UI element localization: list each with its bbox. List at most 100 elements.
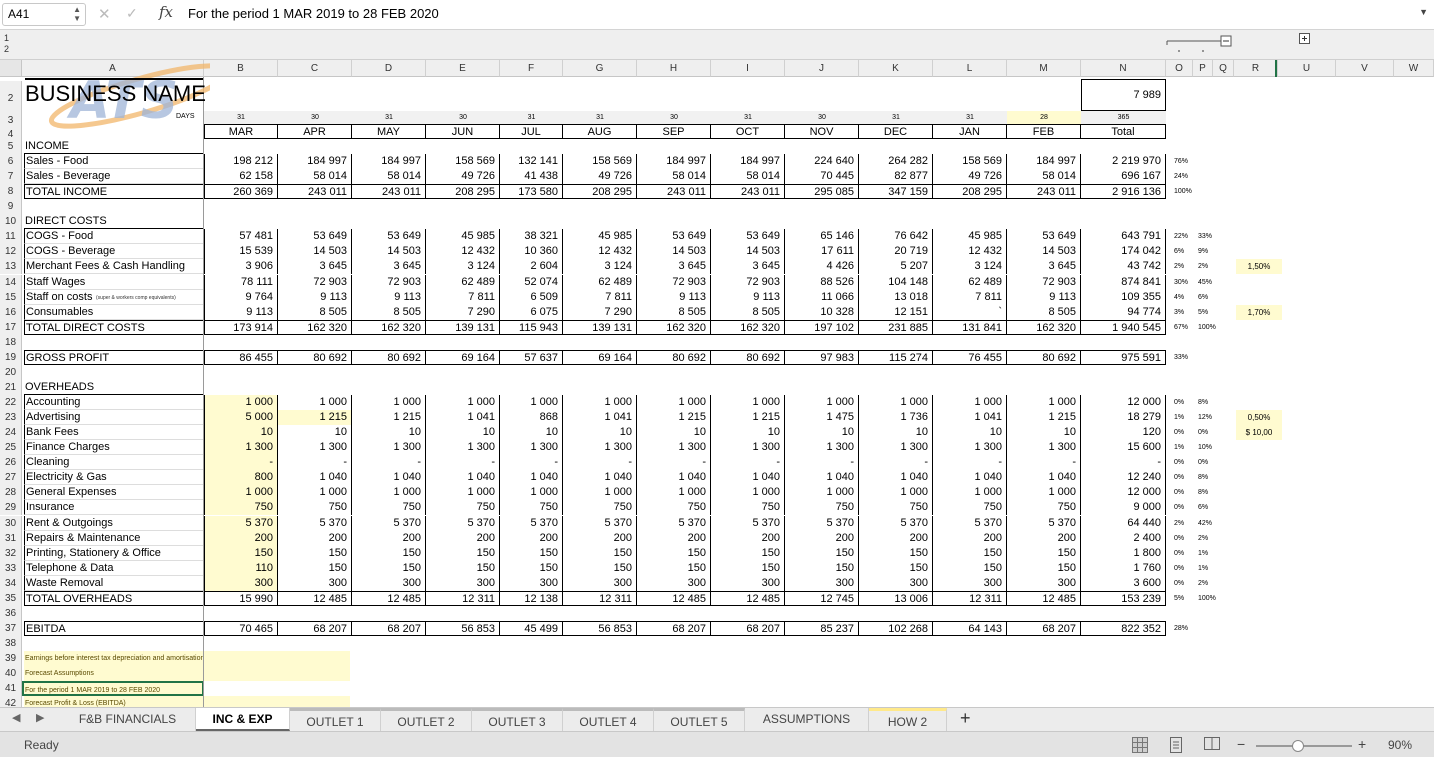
cell-d16[interactable]: 8 505: [352, 305, 426, 320]
row-header-40[interactable]: 40: [0, 666, 22, 681]
cell-j22[interactable]: 1 000: [785, 395, 859, 410]
cell-c8[interactable]: 243 011: [278, 184, 352, 199]
cell-i22[interactable]: 1 000: [711, 395, 785, 410]
cell-b33[interactable]: 110: [204, 561, 278, 576]
cell-j27[interactable]: 1 040: [785, 470, 859, 485]
cell-g35[interactable]: 12 311: [563, 591, 637, 606]
cell-d12[interactable]: 14 503: [352, 244, 426, 259]
cell-g25[interactable]: 1 300: [563, 440, 637, 455]
cell-b14[interactable]: 78 111: [204, 275, 278, 290]
cell-b7[interactable]: 62 158: [204, 169, 278, 184]
cell-d33[interactable]: 150: [352, 561, 426, 576]
cell-m35[interactable]: 12 485: [1007, 591, 1081, 606]
cell-g7[interactable]: 49 726: [563, 169, 637, 184]
cell-g19[interactable]: 69 164: [563, 350, 637, 365]
outline-level-2[interactable]: 2: [4, 44, 9, 54]
cell-h32[interactable]: 150: [637, 546, 711, 561]
cell-e15[interactable]: 7 811: [426, 290, 500, 305]
row-header-15[interactable]: 15: [0, 290, 22, 305]
cell-k37[interactable]: 102 268: [859, 621, 933, 636]
cell-i31[interactable]: 200: [711, 531, 785, 546]
column-header-c[interactable]: C: [278, 60, 352, 77]
cell-g24[interactable]: 10: [563, 425, 637, 440]
cell-h29[interactable]: 750: [637, 500, 711, 515]
cell-e26[interactable]: -: [426, 455, 500, 470]
row-label-40[interactable]: Forecast Assumptions: [24, 666, 350, 681]
row-label-19[interactable]: GROSS PROFIT: [24, 350, 204, 365]
cell-k27[interactable]: 1 040: [859, 470, 933, 485]
cell-f15[interactable]: 6 509: [500, 290, 563, 305]
cell-b17[interactable]: 173 914: [204, 320, 278, 335]
cell-k30[interactable]: 5 370: [859, 516, 933, 531]
tab-outlet-2[interactable]: OUTLET 2: [381, 708, 472, 731]
cell-b12[interactable]: 15 539: [204, 244, 278, 259]
cell-b34[interactable]: 300: [204, 576, 278, 591]
cell-n11[interactable]: 643 791: [1081, 229, 1166, 244]
cell-c15[interactable]: 9 113: [278, 290, 352, 305]
tab-outlet-5[interactable]: OUTLET 5: [654, 708, 745, 731]
cell-c31[interactable]: 200: [278, 531, 352, 546]
row-header-9[interactable]: 9: [0, 199, 22, 214]
cell-i6[interactable]: 184 997: [711, 154, 785, 169]
outline-level-1[interactable]: 1: [4, 33, 9, 43]
cell-b35[interactable]: 15 990: [204, 591, 278, 606]
cell-h15[interactable]: 9 113: [637, 290, 711, 305]
month-header-f[interactable]: JUL: [500, 124, 563, 139]
days-h[interactable]: 30: [637, 111, 711, 124]
month-header-b[interactable]: MAR: [204, 124, 278, 139]
tab-assumptions[interactable]: ASSUMPTIONS: [745, 708, 869, 731]
cell-j14[interactable]: 88 526: [785, 275, 859, 290]
cell-f24[interactable]: 10: [500, 425, 563, 440]
row-header-35[interactable]: 35: [0, 591, 22, 606]
cell-d14[interactable]: 72 903: [352, 275, 426, 290]
column-header-q[interactable]: Q: [1213, 60, 1234, 77]
cell-e6[interactable]: 158 569: [426, 154, 500, 169]
cell-n25[interactable]: 15 600: [1081, 440, 1166, 455]
column-header-b[interactable]: B: [204, 60, 278, 77]
cell-e32[interactable]: 150: [426, 546, 500, 561]
cell-i30[interactable]: 5 370: [711, 516, 785, 531]
cell-l13[interactable]: 3 124: [933, 259, 1007, 274]
cell-j35[interactable]: 12 745: [785, 591, 859, 606]
days-d[interactable]: 31: [352, 111, 426, 124]
cell-k7[interactable]: 82 877: [859, 169, 933, 184]
cell-d13[interactable]: 3 645: [352, 259, 426, 274]
row-label-26[interactable]: Cleaning: [24, 455, 204, 470]
cell-n27[interactable]: 12 240: [1081, 470, 1166, 485]
cell-c26[interactable]: -: [278, 455, 352, 470]
row-label-13[interactable]: Merchant Fees & Cash Handling: [24, 259, 204, 274]
cell-c34[interactable]: 300: [278, 576, 352, 591]
cell-m12[interactable]: 14 503: [1007, 244, 1081, 259]
cell-f27[interactable]: 1 040: [500, 470, 563, 485]
cell-f33[interactable]: 150: [500, 561, 563, 576]
cell-c23[interactable]: 1 215: [278, 410, 352, 425]
cell-c13[interactable]: 3 645: [278, 259, 352, 274]
row-header-13[interactable]: 13: [0, 259, 22, 274]
cell-c17[interactable]: 162 320: [278, 320, 352, 335]
cell-h14[interactable]: 72 903: [637, 275, 711, 290]
cell-b26[interactable]: -: [204, 455, 278, 470]
row-label-11[interactable]: COGS - Food: [24, 229, 204, 244]
cell-h22[interactable]: 1 000: [637, 395, 711, 410]
cell-n24[interactable]: 120: [1081, 425, 1166, 440]
tab-how-2[interactable]: HOW 2: [869, 708, 947, 731]
cell-k31[interactable]: 200: [859, 531, 933, 546]
cell-g37[interactable]: 56 853: [563, 621, 637, 636]
add-sheet-icon[interactable]: +: [960, 708, 971, 729]
cell-m11[interactable]: 53 649: [1007, 229, 1081, 244]
cell-i13[interactable]: 3 645: [711, 259, 785, 274]
cell-i16[interactable]: 8 505: [711, 305, 785, 320]
row-label-35[interactable]: TOTAL OVERHEADS: [24, 591, 204, 606]
cell-f13[interactable]: 2 604: [500, 259, 563, 274]
cell-g16[interactable]: 7 290: [563, 305, 637, 320]
cell-i35[interactable]: 12 485: [711, 591, 785, 606]
cell-l32[interactable]: 150: [933, 546, 1007, 561]
cell-b16[interactable]: 9 113: [204, 305, 278, 320]
cell-c14[interactable]: 72 903: [278, 275, 352, 290]
cell-h16[interactable]: 8 505: [637, 305, 711, 320]
cell-m32[interactable]: 150: [1007, 546, 1081, 561]
cell-b8[interactable]: 260 369: [204, 184, 278, 199]
cell-e33[interactable]: 150: [426, 561, 500, 576]
cell-g29[interactable]: 750: [563, 500, 637, 515]
column-header-k[interactable]: K: [859, 60, 933, 77]
